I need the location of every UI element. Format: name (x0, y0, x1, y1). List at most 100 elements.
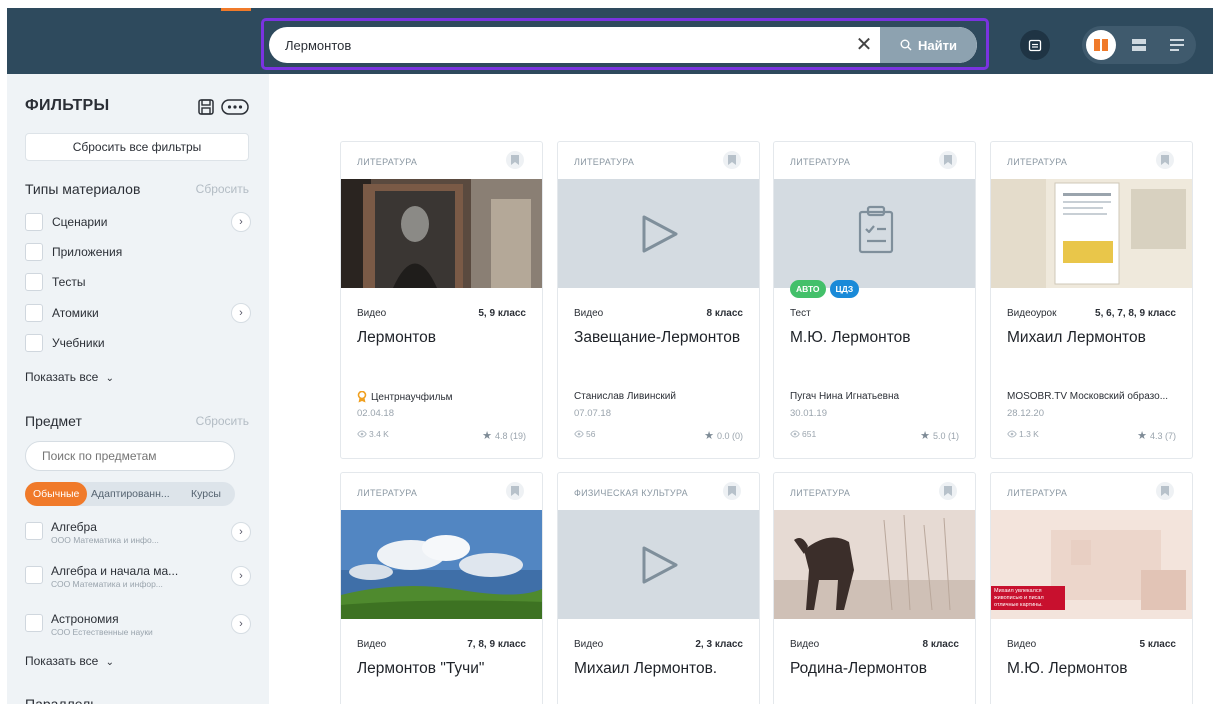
card-date: 07.07.18 (574, 408, 611, 419)
bookmark-icon[interactable] (1156, 482, 1174, 500)
checkbox[interactable] (25, 273, 43, 291)
calendar-button[interactable] (1020, 30, 1050, 60)
card-thumbnail (558, 179, 759, 288)
clear-icon[interactable]: ✕ (849, 27, 879, 63)
material-card[interactable]: ЛИТЕРАТУРА Видео 7, 8, 9 класс Лермонтов… (340, 472, 543, 704)
material-card[interactable]: ЛИТЕРАТУРА Михаил увлекался живописью и … (990, 472, 1193, 704)
card-grade: 8 класс (706, 308, 743, 319)
subject-search-input[interactable] (25, 441, 235, 471)
checkbox[interactable] (25, 614, 43, 632)
card-title[interactable]: Лермонтов (357, 329, 532, 347)
subject-subtitle: СОО Математика и инфор... (51, 579, 163, 589)
more-options-icon[interactable] (221, 98, 249, 116)
bookmark-icon[interactable] (939, 482, 957, 500)
card-rating-value: 4.3 (7) (1149, 430, 1176, 441)
card-type: Видео (574, 308, 604, 319)
save-icon[interactable] (197, 98, 215, 116)
card-title[interactable]: Михаил Лермонтов (1007, 329, 1182, 347)
material-card[interactable]: ЛИТЕРАТУРА Видео 8 класс Родина-Лермонто… (773, 472, 976, 704)
bookmark-icon[interactable] (723, 151, 741, 169)
show-all-subjects-link[interactable]: Показать все ⌄ (25, 654, 114, 668)
card-type: Видео (574, 639, 604, 650)
card-subject: ЛИТЕРАТУРА (357, 488, 418, 498)
subject-item-astronomy[interactable]: Астрономия СОО Естественные науки › (25, 612, 251, 644)
card-title[interactable]: Завещание-Лермонтов (574, 329, 749, 347)
card-subject: ЛИТЕРАТУРА (790, 157, 851, 167)
card-grade: 7, 8, 9 класс (467, 639, 526, 650)
search-input[interactable] (285, 27, 845, 63)
card-subject: ЛИТЕРАТУРА (574, 157, 635, 167)
checkbox[interactable] (25, 334, 43, 352)
subject-item-algebra-analysis[interactable]: Алгебра и начала ма... СОО Математика и … (25, 564, 251, 596)
search-box: ✕ Найти (269, 27, 977, 63)
material-card[interactable]: ЛИТЕРАТУРА Видеоурок 5, 6, 7, 8, 9 класс… (990, 141, 1193, 459)
subject-item-algebra[interactable]: Алгебра ООО Математика и инфо... › (25, 520, 251, 552)
show-all-types-link[interactable]: Показать все ⌄ (25, 370, 114, 384)
card-title[interactable]: М.Ю. Лермонтов (790, 329, 965, 347)
checkbox[interactable] (25, 243, 43, 261)
card-title[interactable]: Лермонтов "Тучи" (357, 660, 532, 678)
card-author: Станислав Ливинский (574, 391, 749, 402)
bookmark-icon[interactable] (723, 482, 741, 500)
bookmark-icon[interactable] (506, 482, 524, 500)
material-types-title: Типы материалов (25, 181, 141, 197)
views-icon (357, 430, 367, 438)
filter-item-apps[interactable]: Приложения (25, 241, 251, 263)
bookmark-icon[interactable] (939, 151, 957, 169)
chevron-down-icon: ⌄ (105, 657, 114, 668)
card-subject: ФИЗИЧЕСКАЯ КУЛЬТУРА (574, 488, 688, 498)
card-title[interactable]: М.Ю. Лермонтов (1007, 660, 1182, 678)
chevron-right-icon[interactable]: › (231, 212, 251, 232)
material-card[interactable]: ЛИТЕРАТУРА Видео 5, 9 класс Лермонтов Це… (340, 141, 543, 459)
search-button[interactable]: Найти (880, 27, 977, 63)
tab-courses[interactable]: Курсы (191, 482, 221, 506)
bookmark-icon[interactable] (1156, 151, 1174, 169)
search-icon (900, 39, 912, 51)
card-rating-value: 0.0 (0) (716, 430, 743, 441)
card-title[interactable]: Родина-Лермонтов (790, 660, 965, 678)
material-types-reset[interactable]: Сбросить (196, 182, 249, 196)
subject-name: Астрономия (51, 612, 119, 626)
views-icon (1007, 430, 1017, 438)
card-subject: ЛИТЕРАТУРА (1007, 157, 1068, 167)
tab-regular[interactable]: Обычные (25, 482, 88, 506)
card-grade: 2, 3 класс (695, 639, 743, 650)
filter-label: Сценарии (52, 215, 108, 229)
filter-item-scenarios[interactable]: Сценарии › (25, 211, 251, 233)
chevron-right-icon[interactable]: › (231, 566, 251, 586)
checkbox[interactable] (25, 304, 43, 322)
card-badges: АВТО ЦДЗ (790, 280, 860, 298)
card-views: 3.4 K (357, 429, 389, 439)
chevron-right-icon[interactable]: › (231, 614, 251, 634)
chevron-right-icon[interactable]: › (231, 303, 251, 323)
card-title[interactable]: Михаил Лермонтов. (574, 660, 749, 678)
filter-label: Атомики (52, 306, 99, 320)
bookmark-icon[interactable] (506, 151, 524, 169)
star-icon: ★ (920, 430, 930, 442)
cdz-badge: ЦДЗ (829, 280, 860, 298)
view-grid-button[interactable] (1086, 30, 1116, 60)
subject-title: Предмет (25, 413, 82, 429)
card-thumbnail (774, 179, 975, 288)
view-list-button[interactable] (1162, 30, 1192, 60)
card-thumbnail (341, 179, 542, 288)
material-card[interactable]: ЛИТЕРАТУРА Видео 8 класс Завещание-Лермо… (557, 141, 760, 459)
subject-reset[interactable]: Сбросить (196, 414, 249, 428)
material-card[interactable]: ЛИТЕРАТУРА АВТО ЦДЗ Тест М.Ю. Лермонтов … (773, 141, 976, 459)
card-type: Видео (790, 639, 820, 650)
filter-item-textbooks[interactable]: Учебники (25, 332, 251, 354)
card-views: 651 (790, 429, 816, 439)
checkbox[interactable] (25, 566, 43, 584)
filter-item-tests[interactable]: Тесты (25, 271, 251, 293)
chevron-right-icon[interactable]: › (231, 522, 251, 542)
tab-adapted[interactable]: Адаптированн... (91, 482, 170, 506)
reset-all-filters-button[interactable]: Сбросить все фильтры (25, 133, 249, 161)
star-icon: ★ (704, 430, 714, 442)
card-type: Видео (357, 308, 387, 319)
filter-item-atomics[interactable]: Атомики › (25, 302, 251, 324)
view-rows-button[interactable] (1124, 30, 1154, 60)
checkbox[interactable] (25, 213, 43, 231)
card-grade: 8 класс (922, 639, 959, 650)
material-card[interactable]: ФИЗИЧЕСКАЯ КУЛЬТУРА Видео 2, 3 класс Мих… (557, 472, 760, 704)
checkbox[interactable] (25, 522, 43, 540)
